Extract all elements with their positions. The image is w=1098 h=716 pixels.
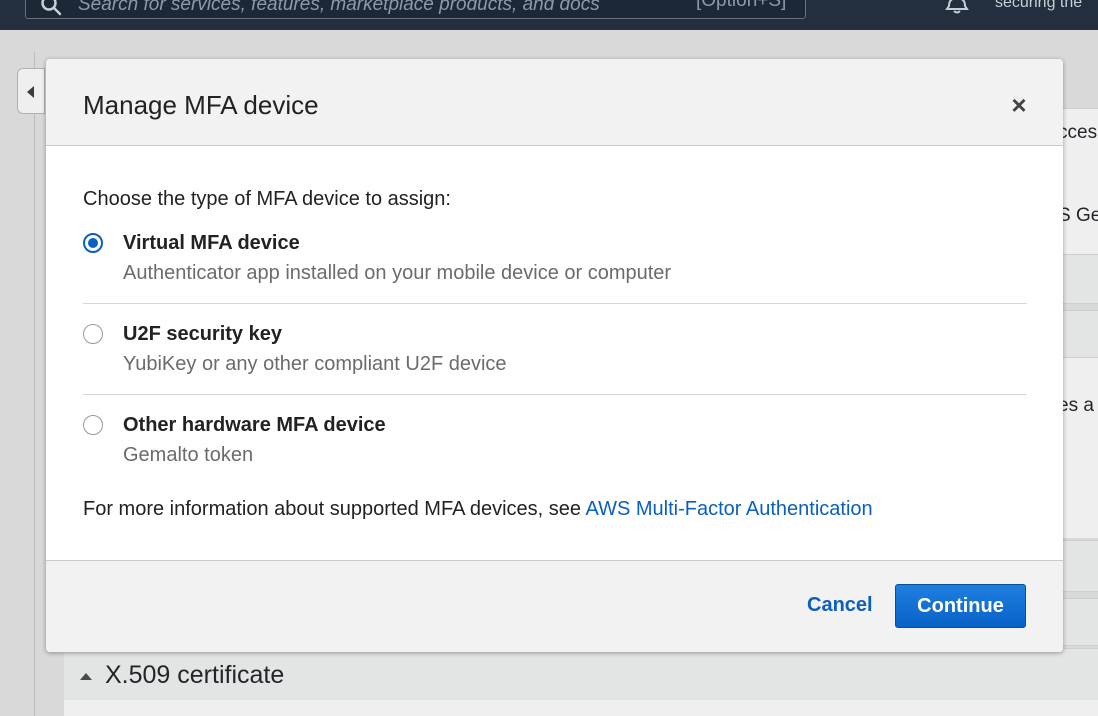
continue-button[interactable]: Continue [895, 584, 1026, 628]
manage-mfa-modal: Manage MFA device × Choose the type of M… [46, 59, 1063, 652]
option-title: U2F security key [123, 323, 282, 345]
info-text: For more information about supported MFA… [83, 498, 586, 520]
option-title: Other hardware MFA device [123, 414, 386, 436]
mfa-info-text: For more information about supported MFA… [83, 498, 873, 521]
aws-mfa-link[interactable]: AWS Multi-Factor Authentication [585, 498, 872, 520]
cancel-button[interactable]: Cancel [807, 594, 873, 617]
modal-header: Manage MFA device × [46, 59, 1063, 146]
option-description: Authenticator app installed on your mobi… [123, 262, 672, 284]
search-shortcut-hint: [Option+S] [696, 0, 787, 11]
option-description: YubiKey or any other compliant U2F devic… [123, 353, 507, 375]
close-icon[interactable]: × [1006, 92, 1032, 118]
option-description: Gemalto token [123, 444, 254, 466]
option-other-hardware-mfa[interactable]: Other hardware MFA device Gemalto token [83, 414, 1027, 475]
bell-icon[interactable] [944, 0, 970, 16]
device-type-prompt: Choose the type of MFA device to assign: [83, 188, 451, 210]
option-title: Virtual MFA device [123, 232, 300, 254]
option-u2f-security-key[interactable]: U2F security key YubiKey or any other co… [83, 323, 1027, 395]
top-navigation-bar: [Option+S] securing the [0, 0, 1098, 30]
search-box[interactable]: [Option+S] [25, 0, 806, 20]
modal-footer: Cancel Continue [46, 560, 1063, 652]
modal-title: Manage MFA device [83, 90, 319, 120]
nav-tagline: securing the [995, 0, 1083, 11]
radio-u2f-security-key[interactable] [83, 324, 103, 344]
radio-other-hardware-mfa[interactable] [83, 415, 103, 435]
search-input[interactable] [76, 0, 680, 20]
search-icon [41, 0, 62, 16]
radio-virtual-mfa[interactable] [83, 233, 103, 253]
option-virtual-mfa[interactable]: Virtual MFA device Authenticator app ins… [83, 232, 1027, 304]
